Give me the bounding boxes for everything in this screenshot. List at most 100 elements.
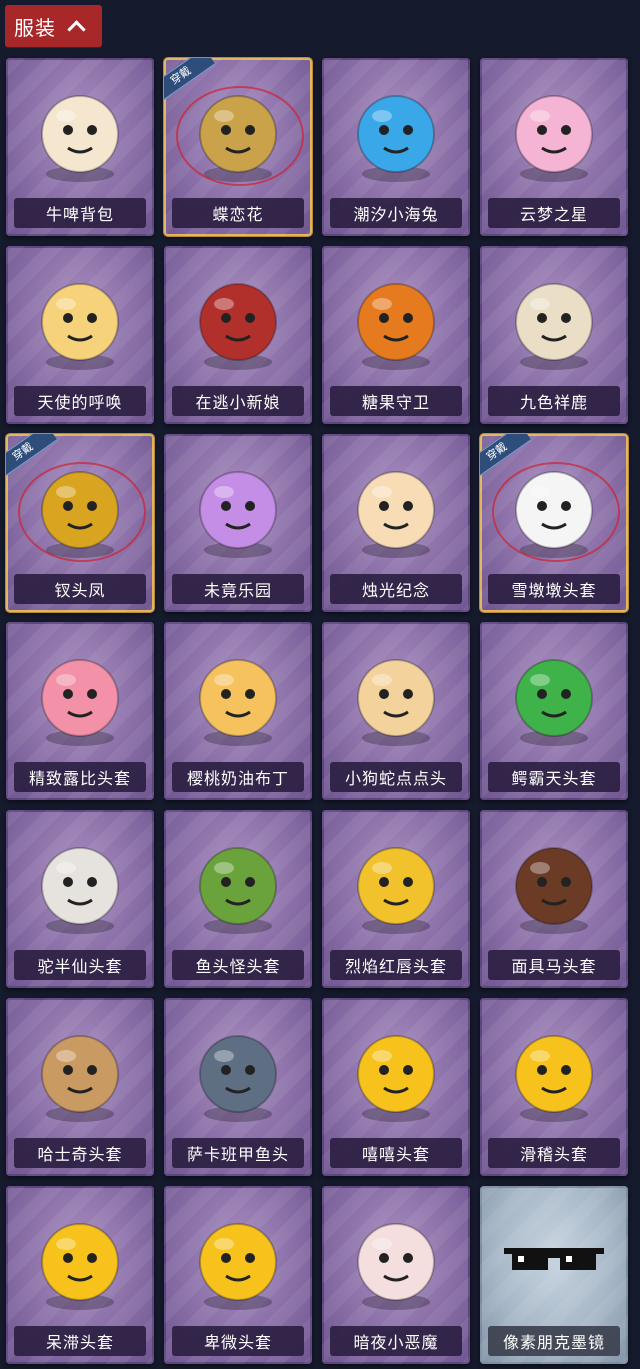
costume-card[interactable]: 卑微头套 (164, 1186, 312, 1364)
costume-label-bar: 面具马头套 (488, 950, 620, 980)
costume-card[interactable]: 穿戴 雪墩墩头套 (480, 434, 628, 612)
costume-label-bar: 嘻嘻头套 (330, 1138, 462, 1168)
costume-label-bar: 像素朋克墨镜 (488, 1326, 620, 1356)
costume-card[interactable]: 小狗蛇点点头 (322, 622, 470, 800)
costume-label-bar: 鳄霸天头套 (488, 762, 620, 792)
costume-name: 像素朋克墨镜 (502, 1333, 605, 1352)
costume-card[interactable]: 九色祥鹿 (480, 246, 628, 424)
costume-name: 钗头凤 (54, 581, 106, 600)
costume-name: 烛光纪念 (361, 581, 430, 600)
costume-card[interactable]: 樱桃奶油布丁 (164, 622, 312, 800)
costume-card[interactable]: 烛光纪念 (322, 434, 470, 612)
costume-label-bar: 云梦之星 (488, 198, 620, 228)
phoenix-crown-icon (30, 452, 130, 562)
yellow-mask-head-icon (346, 828, 446, 938)
costume-card[interactable]: 面具马头套 (480, 810, 628, 988)
costume-name: 九色祥鹿 (519, 393, 588, 412)
costume-card[interactable]: 哈士奇头套 (6, 998, 154, 1176)
costume-card[interactable]: 鳄霸天头套 (480, 622, 628, 800)
costume-card[interactable]: 糖果守卫 (322, 246, 470, 424)
costume-card[interactable]: 未竟乐园 (164, 434, 312, 612)
little-devil-icon (346, 1204, 446, 1314)
costume-label-bar: 糖果守卫 (330, 386, 462, 416)
angel-doll-icon (30, 264, 130, 374)
costume-card[interactable]: 呆滞头套 (6, 1186, 154, 1364)
costume-name: 哈士奇头套 (37, 1145, 123, 1164)
costume-label-bar: 天使的呼唤 (14, 386, 146, 416)
fish-head-icon (188, 828, 288, 938)
costume-label-bar: 滑稽头套 (488, 1138, 620, 1168)
costume-card[interactable]: 潮汐小海兔 (322, 58, 470, 236)
humble-emoji-head-icon (188, 1204, 288, 1314)
costume-label-bar: 未竟乐园 (172, 574, 304, 604)
costume-name: 呆滞头套 (45, 1333, 114, 1352)
costume-label-bar: 呆滞头套 (14, 1326, 146, 1356)
sacabambaspis-head-icon (188, 1016, 288, 1126)
costume-grid: 牛啤背包 穿戴 蝶恋花潮汐小海兔 云梦之星天使的呼唤 在逃小新娘 糖果守卫 九色祥鹿穿戴 钗头… (6, 58, 628, 1364)
snowman-head-icon (504, 452, 604, 562)
costume-label-bar: 小狗蛇点点头 (330, 762, 462, 792)
costume-label-bar: 九色祥鹿 (488, 386, 620, 416)
costume-label-bar: 烛光纪念 (330, 574, 462, 604)
costume-name: 嘻嘻头套 (361, 1145, 430, 1164)
costume-label-bar: 雪墩墩头套 (488, 574, 620, 604)
costume-card[interactable]: 滑稽头套 (480, 998, 628, 1176)
pudding-head-icon (188, 640, 288, 750)
fairy-girl-icon (188, 452, 288, 562)
funny-emoji-head-icon (504, 1016, 604, 1126)
pink-beaver-head-icon (30, 640, 130, 750)
costume-name: 未竟乐园 (203, 581, 272, 600)
costume-label-bar: 牛啤背包 (14, 198, 146, 228)
costume-name: 面具马头套 (511, 957, 597, 976)
costume-label-bar: 萨卡班甲鱼头 (172, 1138, 304, 1168)
costume-card[interactable]: 烈焰红唇头套 (322, 810, 470, 988)
dog-snake-head-icon (346, 640, 446, 750)
costume-name: 潮汐小海兔 (353, 205, 439, 224)
candle-icon (346, 452, 446, 562)
grin-emoji-head-icon (346, 1016, 446, 1126)
costume-label-bar: 精致露比头套 (14, 762, 146, 792)
costume-card[interactable]: 萨卡班甲鱼头 (164, 998, 312, 1176)
costume-card[interactable]: 穿戴 钗头凤 (6, 434, 154, 612)
costume-section-header[interactable]: 服装 (5, 5, 102, 47)
costume-card[interactable]: 穿戴 蝶恋花 (164, 58, 312, 236)
costume-card[interactable]: 嘻嘻头套 (322, 998, 470, 1176)
butterfly-bell-icon (188, 76, 288, 186)
costume-name: 樱桃奶油布丁 (186, 769, 289, 788)
costume-card[interactable]: 云梦之星 (480, 58, 628, 236)
costume-card[interactable]: 天使的呼唤 (6, 246, 154, 424)
pumpkin-guard-icon (346, 264, 446, 374)
costume-label-bar: 蝶恋花 (172, 198, 304, 228)
costume-name: 在逃小新娘 (195, 393, 281, 412)
costume-label-bar: 卑微头套 (172, 1326, 304, 1356)
costume-label-bar: 潮汐小海兔 (330, 198, 462, 228)
costume-card[interactable]: 牛啤背包 (6, 58, 154, 236)
unicorn-cloud-icon (504, 76, 604, 186)
costume-label-bar: 烈焰红唇头套 (330, 950, 462, 980)
costume-name: 牛啤背包 (45, 205, 114, 224)
costume-label-bar: 鱼头怪头套 (172, 950, 304, 980)
costume-card[interactable]: 精致露比头套 (6, 622, 154, 800)
costume-card[interactable]: 驼半仙头套 (6, 810, 154, 988)
horse-head-icon (504, 828, 604, 938)
costume-card[interactable]: 像素朋克墨镜 (480, 1186, 628, 1364)
costume-name: 云梦之星 (519, 205, 588, 224)
costume-label-bar: 暗夜小恶魔 (330, 1326, 462, 1356)
costume-name: 蝶恋花 (212, 205, 264, 224)
costume-card[interactable]: 鱼头怪头套 (164, 810, 312, 988)
costume-name: 精致露比头套 (28, 769, 131, 788)
costume-card[interactable]: 暗夜小恶魔 (322, 1186, 470, 1364)
costume-name: 糖果守卫 (361, 393, 430, 412)
husky-head-icon (30, 1016, 130, 1126)
dazed-emoji-head-icon (30, 1204, 130, 1314)
red-bride-icon (188, 264, 288, 374)
bear-sunglasses-head-icon (30, 828, 130, 938)
costume-name: 天使的呼唤 (37, 393, 123, 412)
section-title: 服装 (14, 15, 56, 40)
crocodile-head-icon (504, 640, 604, 750)
costume-name: 鳄霸天头套 (511, 769, 597, 788)
costume-label-bar: 驼半仙头套 (14, 950, 146, 980)
costume-name: 萨卡班甲鱼头 (186, 1145, 289, 1164)
costume-card[interactable]: 在逃小新娘 (164, 246, 312, 424)
costume-name: 暗夜小恶魔 (353, 1333, 439, 1352)
